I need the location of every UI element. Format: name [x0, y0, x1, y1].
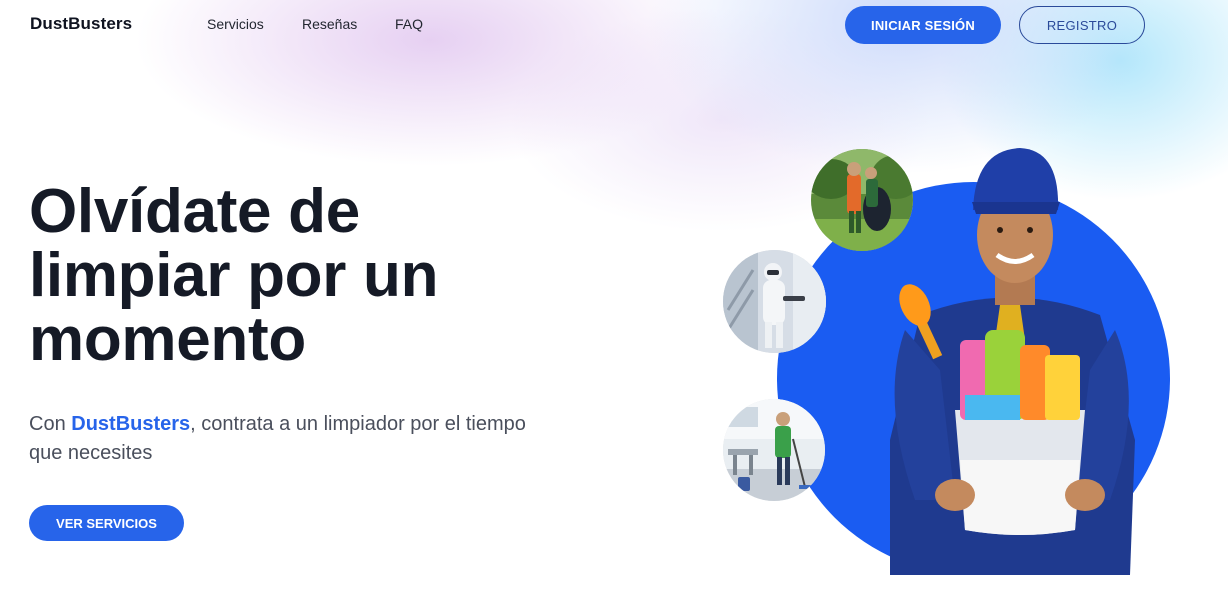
landing-page: DustBusters Servicios Reseñas FAQ INICIA… [0, 0, 1228, 611]
office-cleaning-photo [723, 399, 825, 501]
hero-title-line-3: momento [29, 305, 306, 374]
top-nav: DustBusters Servicios Reseñas FAQ INICIA… [0, 0, 1228, 50]
nav-link-faq[interactable]: FAQ [395, 16, 423, 32]
hero-title: Olvídate de limpiar por un momento [29, 180, 589, 372]
register-button[interactable]: REGISTRO [1019, 6, 1145, 44]
view-services-button[interactable]: VER SERVICIOS [29, 505, 184, 541]
nav-link-servicios[interactable]: Servicios [207, 16, 264, 32]
disinfection-worker-photo [723, 250, 826, 353]
subtitle-prefix: Con [29, 413, 72, 435]
disinfection-image [723, 250, 826, 353]
hero-subtitle: Con DustBusters, contrata a un limpiador… [29, 410, 529, 468]
cleaner-with-bucket-photo [890, 148, 1135, 575]
office-cleaning-image [723, 399, 825, 501]
login-button[interactable]: INICIAR SESIÓN [845, 6, 1001, 44]
hero-title-line-1: Olvídate de [29, 177, 360, 246]
nav-link-resenas[interactable]: Reseñas [302, 16, 357, 32]
subtitle-brand: DustBusters [71, 413, 191, 435]
site-logo[interactable]: DustBusters [30, 14, 132, 34]
hero-title-line-2: limpiar por un [29, 241, 439, 310]
